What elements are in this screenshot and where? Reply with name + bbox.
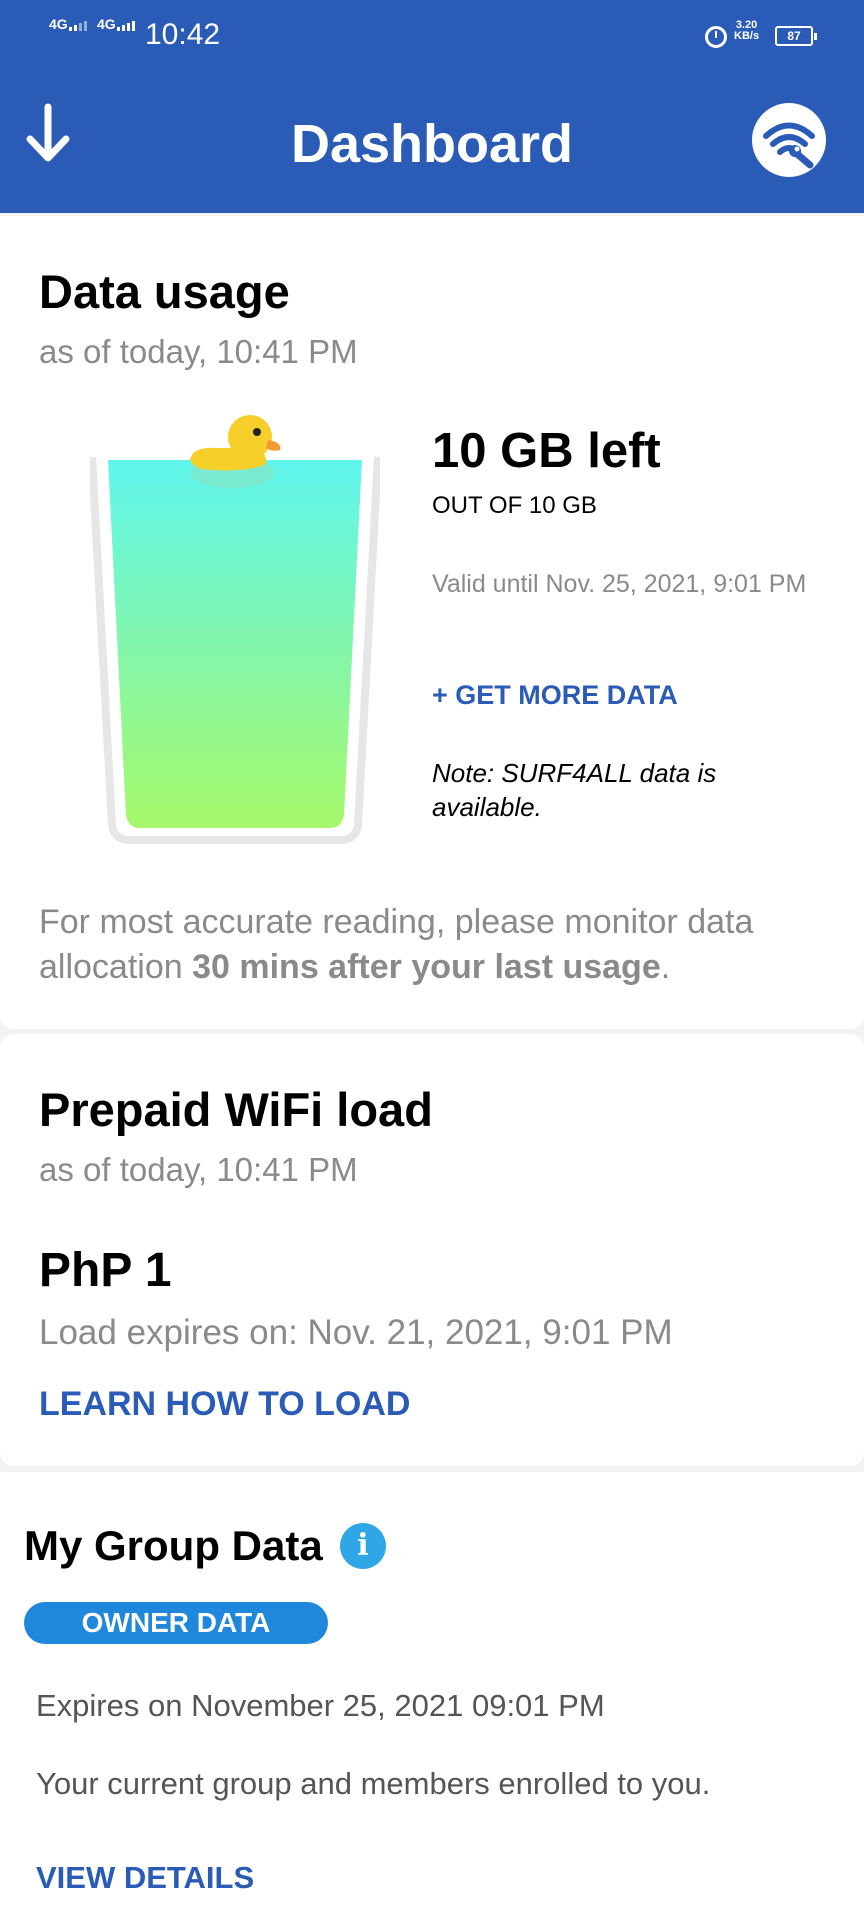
app-header: 4G 4G 10:42 3.20 KB/s 87 Dashboard: [0, 0, 864, 213]
wifi-settings-button[interactable]: [752, 103, 826, 177]
accuracy-note: For most accurate reading, please monito…: [39, 903, 754, 986]
owner-data-badge: OWNER DATA: [24, 1602, 328, 1644]
get-more-data-link[interactable]: + GET MORE DATA: [432, 679, 678, 711]
status-time: 10:42: [145, 18, 221, 51]
page-title: Dashboard: [290, 114, 574, 174]
learn-how-to-load-link[interactable]: LEARN HOW TO LOAD: [39, 1384, 410, 1424]
network-speed: 3.20 KB/s: [734, 19, 760, 42]
info-icon[interactable]: i: [340, 1523, 386, 1569]
duck-icon: [190, 415, 281, 488]
group-data-title: My Group Data: [24, 1522, 323, 1569]
alarm-icon: [705, 26, 727, 48]
status-bar: 4G 4G 10:42 3.20 KB/s 87: [0, 0, 864, 72]
wifi-load-title: Prepaid WiFi load: [39, 1083, 433, 1136]
data-cup-graphic: [90, 415, 380, 844]
data-valid-until: Valid until Nov. 25, 2021, 9:01 PM: [432, 570, 807, 598]
signal-1: 4G: [49, 17, 89, 31]
group-data-expiry: Expires on November 25, 2021 09:01 PM: [36, 1688, 605, 1723]
signal-2: 4G: [97, 17, 137, 31]
data-level-fill: [108, 460, 362, 828]
wifi-wrench-icon: [763, 122, 815, 169]
wifi-load-amount: PhP 1: [39, 1244, 172, 1297]
battery-indicator: 87: [775, 26, 817, 46]
group-data-description: Your current group and members enrolled …: [36, 1766, 711, 1801]
data-remaining: 10 GB left: [432, 424, 661, 478]
surf4all-note: Note: SURF4ALL data is available.: [432, 758, 717, 822]
data-usage-title: Data usage: [39, 265, 290, 318]
wifi-load-as-of: as of today, 10:41 PM: [39, 1151, 358, 1188]
wifi-load-expiry: Load expires on: Nov. 21, 2021, 9:01 PM: [39, 1313, 673, 1352]
data-total: OUT OF 10 GB: [432, 492, 597, 519]
data-usage-as-of: as of today, 10:41 PM: [39, 333, 358, 370]
view-details-link[interactable]: VIEW DETAILS: [36, 1860, 254, 1896]
